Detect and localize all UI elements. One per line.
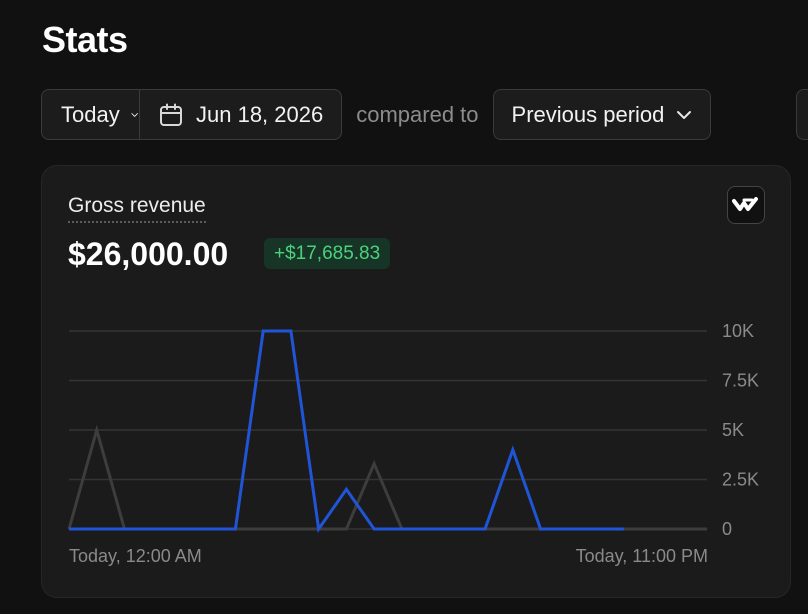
y-tick-label: 7.5K	[722, 371, 759, 391]
chevron-down-icon	[677, 110, 692, 119]
x-tick-label-end: Today, 11:00 PM	[576, 546, 708, 566]
x-tick-label-start: Today, 12:00 AM	[69, 546, 202, 566]
compared-to-text: compared to	[356, 101, 479, 127]
date-label: Jun 18, 2026	[196, 101, 324, 127]
y-tick-label: 10K	[722, 321, 754, 341]
date-picker-button[interactable]: Jun 18, 2026	[139, 90, 341, 139]
filter-bar: Today Jun 18, 2026 compared to Previous …	[41, 89, 712, 140]
range-label: Today	[61, 101, 120, 127]
chevron-down-icon	[131, 112, 138, 117]
page-title: Stats	[42, 19, 128, 60]
range-dropdown[interactable]: Today	[42, 90, 139, 139]
date-filter-group: Today Jun 18, 2026	[41, 89, 343, 140]
gross-revenue-card: Gross revenue $26,000.00 +$17,685.83 10K…	[41, 165, 791, 598]
y-tick-label: 5K	[722, 420, 744, 440]
more-filters-button[interactable]	[796, 89, 808, 140]
revenue-line-chart: 10K 7.5K 5K 2.5K 0 Today, 12:00 AM Today, 11:0…	[67, 321, 759, 566]
y-tick-label: 2.5K	[722, 470, 759, 490]
y-tick-label: 0	[722, 519, 732, 539]
comparison-dropdown[interactable]: Previous period	[492, 89, 712, 140]
comparison-label: Previous period	[511, 101, 665, 127]
calendar-icon	[160, 103, 182, 126]
stats-page: Stats Today Jun 18, 2026 compared to Pre…	[0, 0, 808, 614]
